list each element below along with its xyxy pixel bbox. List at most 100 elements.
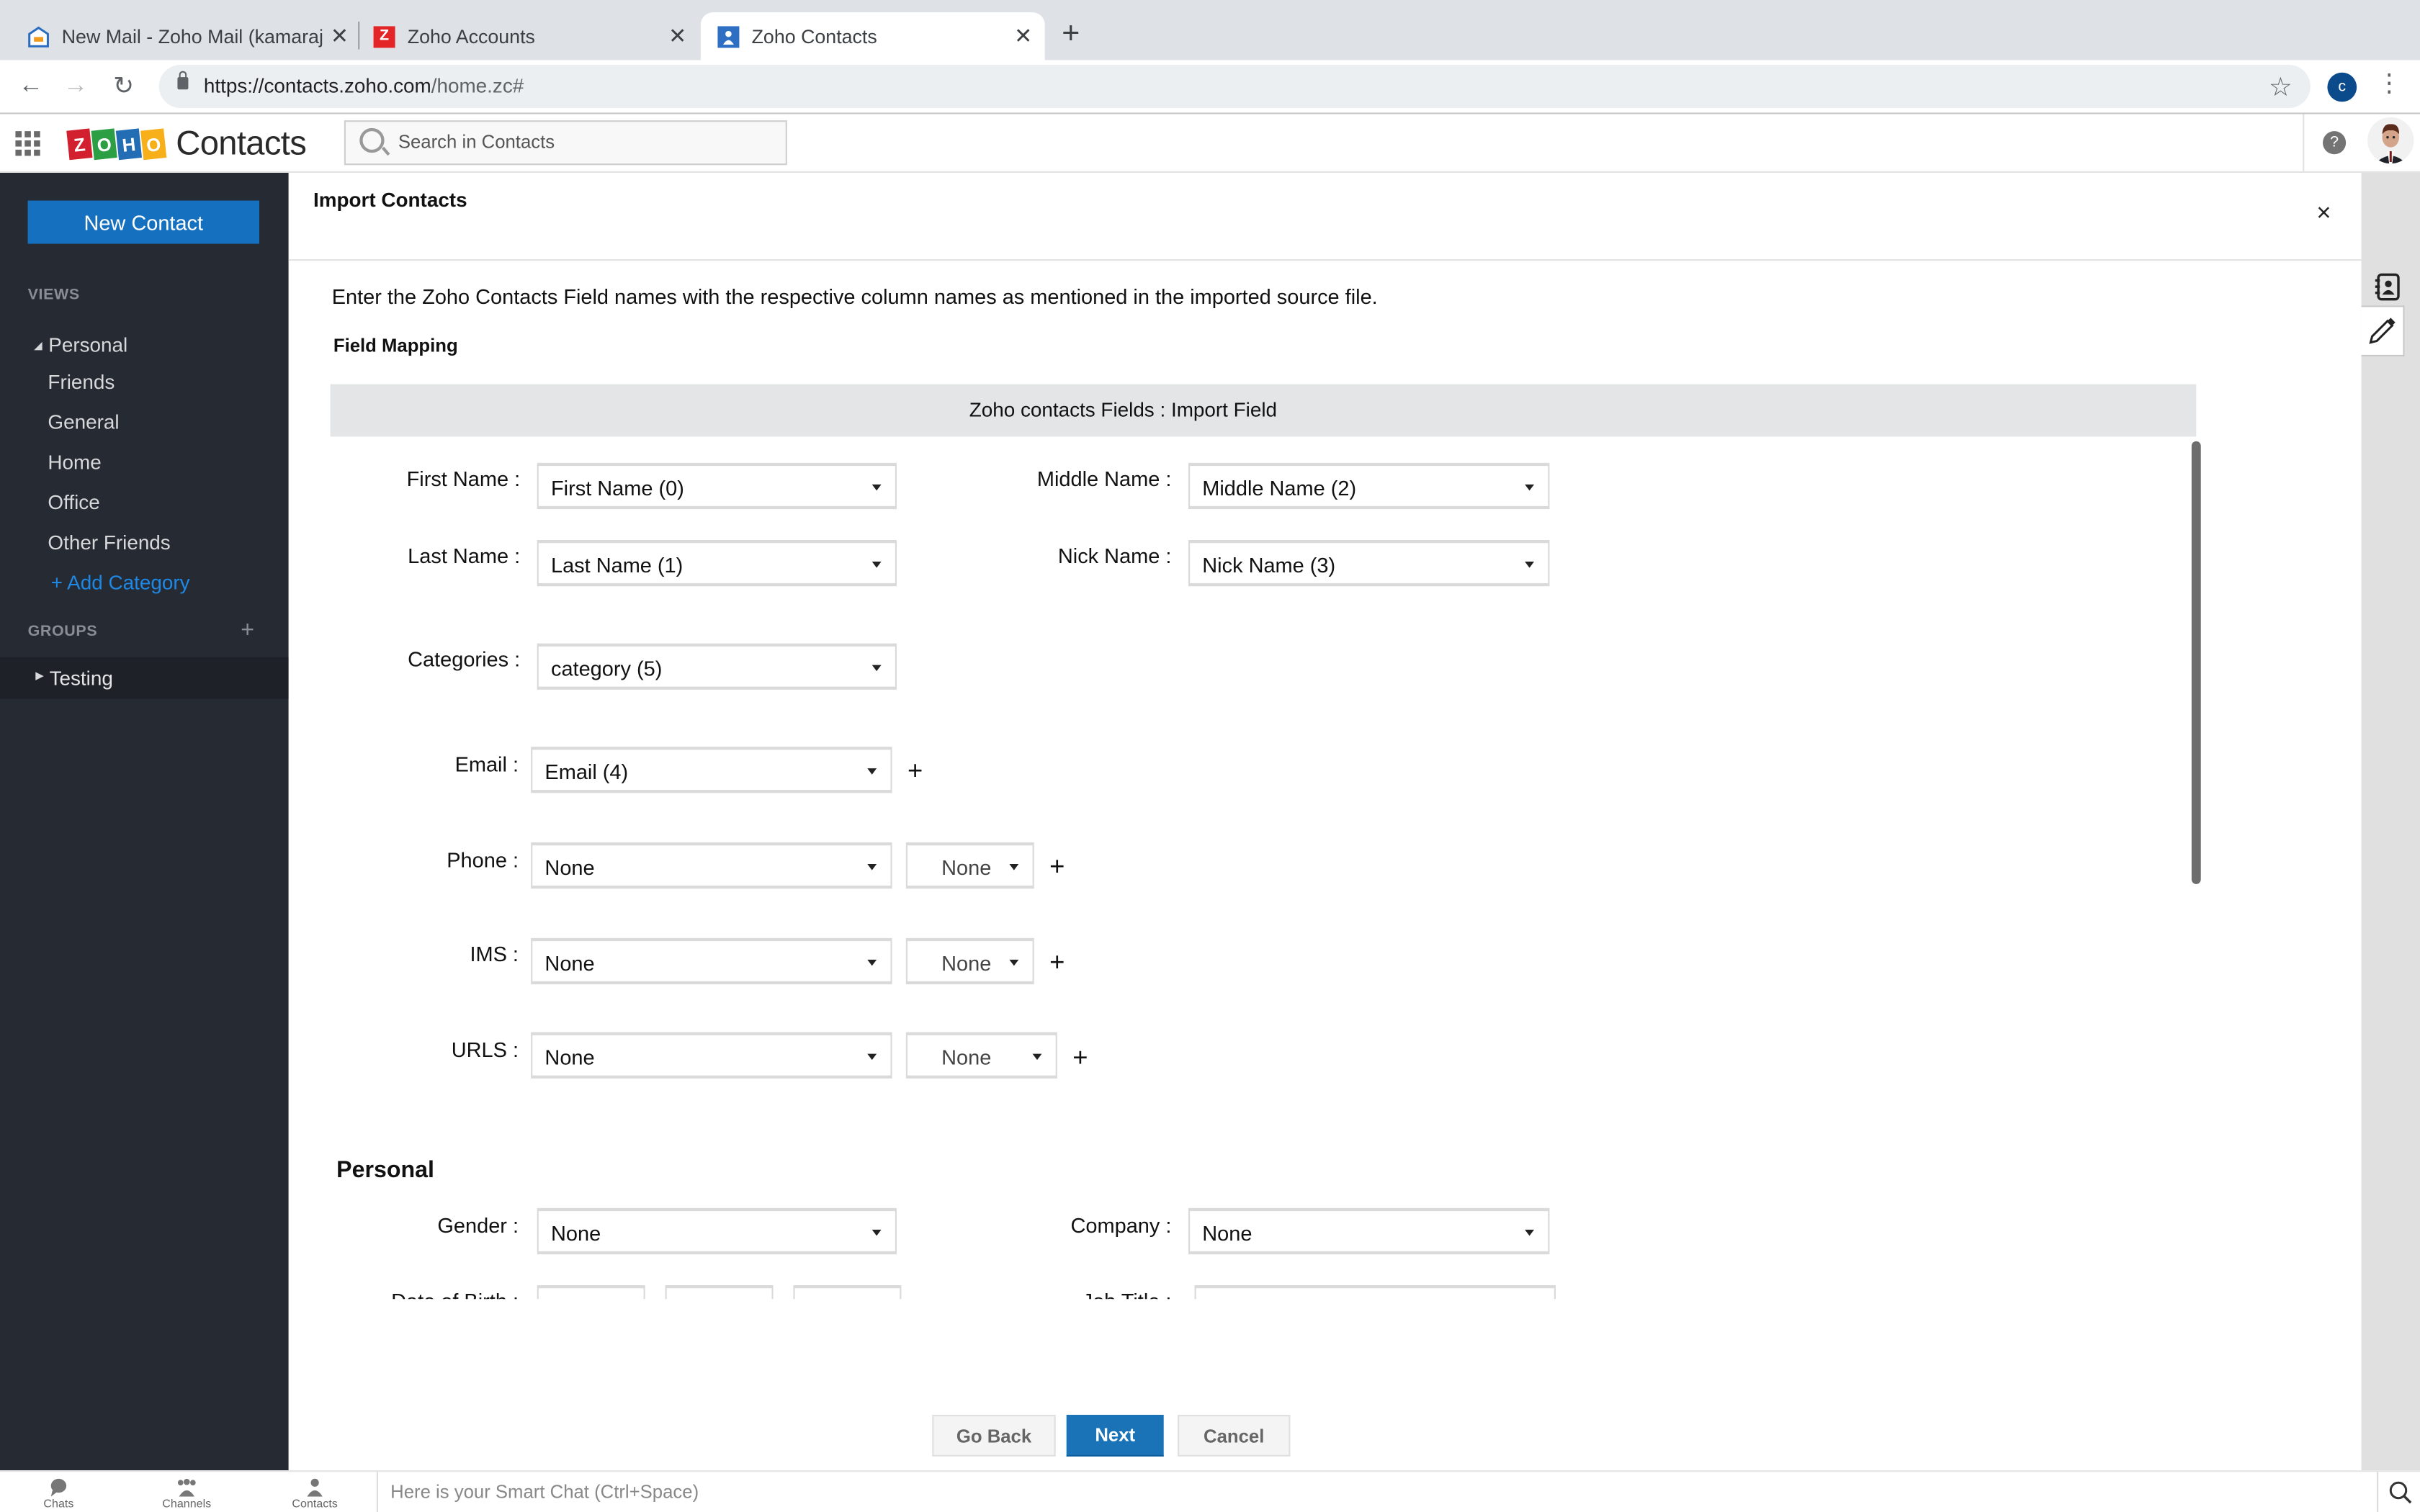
job-title-select[interactable] — [1194, 1285, 1556, 1300]
email-select[interactable]: Email (4) — [531, 747, 892, 793]
dropdown-caret-icon — [867, 768, 877, 775]
tab-zoho-accounts[interactable]: Z Zoho Accounts ✕ — [373, 12, 690, 60]
nick-name-select[interactable]: Nick Name (3) — [1188, 540, 1550, 587]
zoho-contacts-logo[interactable]: Z O H O Contacts — [66, 123, 307, 163]
contacts-button[interactable]: Contacts — [277, 1475, 354, 1511]
sidebar-item-office[interactable]: Office — [48, 490, 99, 513]
browser-menu-icon[interactable]: ⋮ — [2377, 68, 2401, 102]
group-label: Testing — [49, 666, 113, 690]
close-icon[interactable]: × — [2316, 201, 2331, 229]
address-book-icon[interactable] — [2372, 271, 2403, 302]
instructions-text: Enter the Zoho Contacts Field names with… — [331, 285, 1378, 309]
dropdown-caret-icon — [1525, 484, 1534, 491]
add-url-icon[interactable]: + — [1072, 1045, 1088, 1071]
last-name-label: Last Name : — [408, 544, 521, 568]
bottom-item-label: Contacts — [292, 1496, 338, 1511]
search-input[interactable]: Search in Contacts — [344, 120, 787, 166]
bottom-item-label: Chats — [43, 1496, 74, 1511]
reload-button[interactable]: ↻ — [107, 69, 140, 103]
categories-select[interactable]: category (5) — [537, 643, 897, 690]
ims-type-select[interactable]: None — [905, 937, 1034, 985]
tab-zoho-mail[interactable]: New Mail - Zoho Mail (kamaraj ✕ — [28, 12, 352, 60]
url-text[interactable]: https://contacts.zoho.com/home.zc# — [204, 74, 524, 97]
clipped-row: Date of Birth : Job Title : — [289, 1285, 2187, 1300]
dropdown-caret-icon — [1525, 562, 1534, 568]
close-tab-icon[interactable]: ✕ — [1011, 23, 1036, 49]
add-ims-icon[interactable]: + — [1049, 949, 1065, 975]
tab-zoho-contacts[interactable]: Zoho Contacts ✕ — [700, 12, 1045, 60]
forward-button[interactable]: → — [58, 69, 92, 103]
zoho-mail-icon — [28, 25, 50, 47]
add-phone-icon[interactable]: + — [1049, 853, 1065, 879]
nick-name-label: Nick Name : — [1057, 544, 1172, 568]
first-name-select[interactable]: First Name (0) — [537, 462, 897, 510]
app-launcher-icon[interactable] — [15, 131, 40, 156]
right-rail — [2361, 173, 2420, 1471]
gender-label: Gender : — [437, 1214, 519, 1238]
cancel-button[interactable]: Cancel — [1178, 1414, 1291, 1457]
sidebar-item-other-friends[interactable]: Other Friends — [48, 531, 170, 554]
last-name-select[interactable]: Last Name (1) — [537, 540, 897, 587]
urls-select[interactable]: None — [531, 1032, 892, 1079]
mapping-scrollbar[interactable] — [2191, 441, 2201, 884]
select-value: None — [941, 952, 992, 976]
smart-chat-input[interactable]: Here is your Smart Chat (Ctrl+Space) — [390, 1481, 699, 1503]
sidebar-item-home[interactable]: Home — [48, 451, 101, 474]
dob-day-select[interactable] — [537, 1285, 645, 1300]
lock-icon — [177, 71, 189, 90]
select-value: None — [551, 1222, 601, 1246]
dob-month-select[interactable] — [665, 1285, 774, 1300]
zoho-contacts-icon — [717, 25, 740, 48]
urls-label: URLS : — [451, 1038, 519, 1062]
bottom-divider — [376, 1472, 378, 1512]
dropdown-caret-icon — [1009, 959, 1019, 966]
expand-triangle-icon: ▶ — [35, 671, 44, 683]
back-button[interactable]: ← — [14, 69, 48, 103]
sidebar-item-friends[interactable]: Friends — [48, 370, 115, 393]
add-email-icon[interactable]: + — [908, 757, 923, 783]
edit-pencil-icon[interactable] — [2361, 305, 2405, 356]
bottom-search-button[interactable] — [2377, 1472, 2420, 1512]
field-mapping-heading: Field Mapping — [333, 335, 458, 356]
select-value: Nick Name (3) — [1202, 554, 1336, 577]
channels-button[interactable]: Channels — [148, 1475, 225, 1511]
ims-select[interactable]: None — [531, 937, 892, 985]
phone-select[interactable]: None — [531, 842, 892, 889]
dob-year-select[interactable] — [793, 1285, 902, 1300]
header-divider — [2303, 114, 2305, 171]
address-bar[interactable]: https://contacts.zoho.com/home.zc# ☆ — [158, 65, 2311, 108]
new-tab-button[interactable]: + — [1062, 19, 1080, 50]
dropdown-caret-icon — [1009, 864, 1019, 870]
ims-label: IMS : — [470, 942, 519, 966]
sidebar-item-personal[interactable]: ◢ Personal — [34, 333, 127, 356]
contact-person-icon — [277, 1475, 354, 1497]
next-button[interactable]: Next — [1066, 1414, 1164, 1457]
urls-type-select[interactable]: None — [905, 1032, 1057, 1079]
select-value: None — [941, 1045, 992, 1069]
go-back-button[interactable]: Go Back — [932, 1414, 1056, 1457]
company-select[interactable]: None — [1188, 1207, 1550, 1255]
dropdown-caret-icon — [1525, 1229, 1534, 1236]
close-tab-icon[interactable]: ✕ — [666, 23, 690, 49]
add-category-link[interactable]: + Add Category — [51, 571, 190, 594]
chats-button[interactable]: Chats — [20, 1475, 97, 1511]
close-tab-icon[interactable]: ✕ — [327, 23, 351, 49]
add-group-icon[interactable]: + — [241, 617, 254, 643]
title-divider — [288, 259, 2362, 261]
select-value: Middle Name (2) — [1202, 477, 1357, 500]
gender-select[interactable]: None — [537, 1207, 897, 1255]
job-title-label: Job Title : — [968, 1290, 1172, 1299]
dialog-title: Import Contacts — [313, 188, 467, 212]
sidebar-item-general[interactable]: General — [48, 410, 119, 433]
phone-type-select[interactable]: None — [905, 842, 1034, 889]
select-value: None — [941, 856, 992, 880]
user-avatar[interactable] — [2367, 117, 2414, 164]
new-contact-button[interactable]: New Contact — [27, 200, 260, 244]
import-contacts-dialog: Import Contacts × Enter the Zoho Contact… — [288, 173, 2362, 1471]
help-icon[interactable]: ? — [2323, 131, 2347, 155]
bookmark-star-icon[interactable]: ☆ — [2269, 73, 2293, 104]
middle-name-select[interactable]: Middle Name (2) — [1188, 462, 1550, 510]
url-path: /home.zc# — [431, 73, 524, 97]
sidebar-group-testing[interactable]: ▶ Testing — [0, 657, 289, 699]
browser-profile-avatar[interactable]: c — [2327, 72, 2357, 102]
